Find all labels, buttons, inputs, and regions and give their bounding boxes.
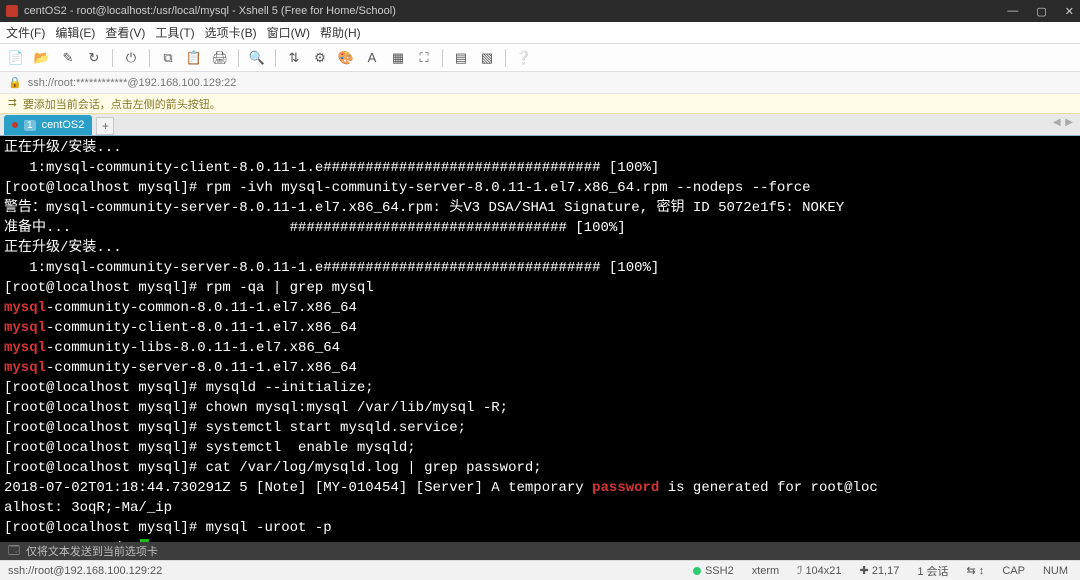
window-title: centOS2 - root@localhost:/usr/local/mysq…	[24, 5, 1007, 17]
edit-button[interactable]: ✎	[58, 48, 78, 68]
terminal-line: [root@localhost mysql]# rpm -ivh mysql-c…	[4, 178, 1076, 198]
colors-button[interactable]: 🎨	[336, 48, 356, 68]
terminal-line: [root@localhost mysql]# cat /var/log/mys…	[4, 458, 1076, 478]
tab-label: centOS2	[42, 119, 85, 131]
terminal-line: mysql-community-libs-8.0.11-1.el7.x86_64	[4, 338, 1076, 358]
toolbar-separator	[442, 49, 443, 67]
send-mode-strip: 🗔 仅将文本发送到当前选项卡	[0, 542, 1080, 560]
status-cap: CAP	[998, 565, 1029, 577]
close-button[interactable]: ✕	[1065, 5, 1074, 18]
terminal-line: alhost: 3oqR;-Ma/_ip	[4, 498, 1076, 518]
status-bar: ssh://root@192.168.100.129:22 SSH2 xterm…	[0, 560, 1080, 580]
window-controls: ― ▢ ✕	[1007, 5, 1074, 18]
terminal-line: 正在升级/安装...	[4, 138, 1076, 158]
find-button[interactable]: 🔍	[247, 48, 267, 68]
menu-window[interactable]: 窗口(W)	[267, 24, 310, 41]
toolbar: 📄 📂 ✎ ↻ ⏻ ⧉ 📋 🖨 🔍 ⇅ ⚙ 🎨 A ▦ ⛶ ▤ ▧ ❔	[0, 44, 1080, 72]
paste-button[interactable]: 📋	[184, 48, 204, 68]
status-ssh: SSH2	[689, 565, 738, 577]
terminal-line: 2018-07-02T01:18:44.730291Z 5 [Note] [MY…	[4, 478, 1076, 498]
tile-button[interactable]: ▤	[451, 48, 471, 68]
hint-text: 要添加当前会话，点击左侧的箭头按钮。	[23, 96, 221, 112]
status-size: ℐ 104x21	[793, 564, 845, 577]
menu-help[interactable]: 帮助(H)	[320, 24, 361, 41]
terminal-line: 准备中... #################################…	[4, 218, 1076, 238]
terminal-line: mysql-community-common-8.0.11-1.el7.x86_…	[4, 298, 1076, 318]
maximize-button[interactable]: ▢	[1036, 5, 1046, 18]
disconnect-button[interactable]: ⏻	[121, 48, 141, 68]
new-session-button[interactable]: 📄	[6, 48, 26, 68]
status-num: NUM	[1039, 565, 1072, 577]
menu-view[interactable]: 查看(V)	[105, 24, 145, 41]
status-extra: ⇆ ↕	[963, 564, 989, 577]
hint-bar: ⮆ 要添加当前会话，点击左侧的箭头按钮。	[0, 94, 1080, 114]
status-term: xterm	[748, 565, 784, 577]
toolbar-separator	[505, 49, 506, 67]
terminal-line: [root@localhost mysql]# mysqld --initial…	[4, 378, 1076, 398]
terminal-line: 正在升级/安装...	[4, 238, 1076, 258]
lock-icon: 🔒	[8, 76, 22, 89]
tab-number: 1	[24, 120, 36, 131]
terminal-line: [root@localhost mysql]# systemctl enable…	[4, 438, 1076, 458]
open-button[interactable]: 📂	[32, 48, 52, 68]
terminal-line: [root@localhost mysql]# chown mysql:mysq…	[4, 398, 1076, 418]
toolbar-separator	[238, 49, 239, 67]
status-sessions: 1 会话	[913, 563, 952, 579]
tab-centos2[interactable]: 1 centOS2	[4, 115, 92, 135]
reconnect-button[interactable]: ↻	[84, 48, 104, 68]
layout-button[interactable]: ▦	[388, 48, 408, 68]
terminal-line: [root@localhost mysql]# systemctl start …	[4, 418, 1076, 438]
toolbar-separator	[112, 49, 113, 67]
terminal-line: mysql-community-client-8.0.11-1.el7.x86_…	[4, 318, 1076, 338]
terminal-line: 1:mysql-community-client-8.0.11-1.e#####…	[4, 158, 1076, 178]
address-bar: 🔒 ssh://root:************@192.168.100.12…	[0, 72, 1080, 94]
print-button[interactable]: 🖨	[210, 48, 230, 68]
toolbar-separator	[275, 49, 276, 67]
tab-scroll-icons[interactable]: ◀ ▶	[1053, 117, 1074, 128]
properties-button[interactable]: ⚙	[310, 48, 330, 68]
fullscreen-button[interactable]: ⛶	[414, 48, 434, 68]
send-mode-text: 仅将文本发送到当前选项卡	[26, 543, 158, 559]
connected-icon	[693, 567, 701, 575]
hint-arrow-icon[interactable]: ⮆	[8, 97, 17, 110]
terminal-output[interactable]: 正在升级/安装... 1:mysql-community-client-8.0.…	[0, 136, 1080, 542]
add-tab-button[interactable]: +	[96, 117, 114, 135]
toolbar-separator	[149, 49, 150, 67]
terminal-line: [root@localhost mysql]# mysql -uroot -p	[4, 518, 1076, 538]
status-cursor: ✚ 21,17	[856, 564, 904, 577]
menu-edit[interactable]: 编辑(E)	[55, 24, 95, 41]
terminal-line: 警告：mysql-community-server-8.0.11-1.el7.x…	[4, 198, 1076, 218]
status-connection: ssh://root@192.168.100.129:22	[8, 565, 679, 577]
minimize-button[interactable]: ―	[1007, 5, 1018, 18]
menu-file[interactable]: 文件(F)	[6, 24, 45, 41]
cascade-button[interactable]: ▧	[477, 48, 497, 68]
session-status-icon	[12, 122, 18, 128]
help-button[interactable]: ❔	[514, 48, 534, 68]
broadcast-icon[interactable]: 🗔	[8, 542, 20, 561]
terminal-line: mysql-community-server-8.0.11-1.el7.x86_…	[4, 358, 1076, 378]
copy-button[interactable]: ⧉	[158, 48, 178, 68]
terminal-line: [root@localhost mysql]# rpm -qa | grep m…	[4, 278, 1076, 298]
app-icon	[6, 5, 18, 17]
title-bar: centOS2 - root@localhost:/usr/local/mysq…	[0, 0, 1080, 22]
address-text[interactable]: ssh://root:************@192.168.100.129:…	[28, 77, 237, 89]
font-button[interactable]: A	[362, 48, 382, 68]
xftp-button[interactable]: ⇅	[284, 48, 304, 68]
menu-tools[interactable]: 工具(T)	[155, 24, 194, 41]
menu-bar: 文件(F) 编辑(E) 查看(V) 工具(T) 选项卡(B) 窗口(W) 帮助(…	[0, 22, 1080, 44]
tab-row: 1 centOS2 + ◀ ▶	[0, 114, 1080, 136]
terminal-line: 1:mysql-community-server-8.0.11-1.e#####…	[4, 258, 1076, 278]
menu-tabs[interactable]: 选项卡(B)	[205, 24, 257, 41]
